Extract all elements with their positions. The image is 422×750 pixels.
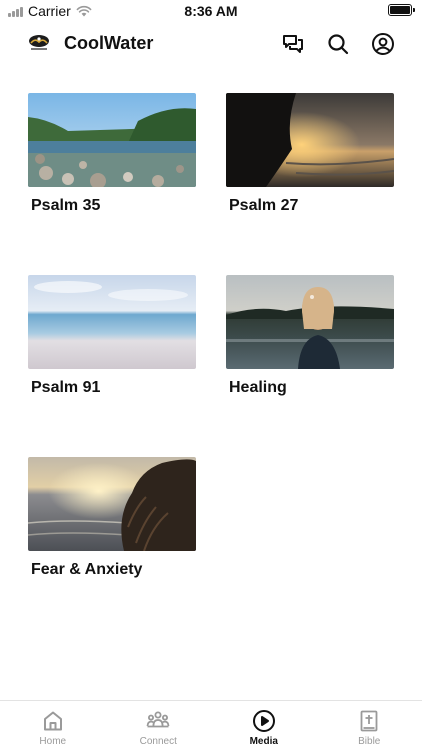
status-time: 8:36 AM: [184, 3, 238, 19]
tab-home[interactable]: Home: [0, 701, 106, 750]
home-icon: [43, 711, 62, 731]
app-header: CoolWater: [0, 22, 422, 66]
bible-icon: [360, 710, 378, 732]
media-thumbnail[interactable]: [226, 275, 394, 369]
play-circle-icon: [252, 710, 275, 732]
media-card-healing[interactable]: Healing: [226, 275, 394, 397]
status-bar: Carrier 8:36 AM: [0, 0, 422, 22]
tab-label: Bible: [358, 736, 381, 747]
media-thumbnail[interactable]: [28, 93, 196, 187]
media-card-fear-anxiety[interactable]: Fear & Anxiety: [28, 457, 196, 579]
media-card-psalm-27[interactable]: Psalm 27: [226, 93, 394, 215]
media-title: Fear & Anxiety: [31, 561, 143, 578]
tab-label: Connect: [139, 736, 177, 747]
people-icon: [146, 711, 170, 728]
media-card-psalm-91[interactable]: Psalm 91: [28, 275, 196, 397]
tab-media[interactable]: Media: [211, 701, 317, 750]
media-title: Healing: [229, 379, 287, 396]
tab-connect[interactable]: Connect: [106, 701, 212, 750]
app-title: CoolWater: [64, 33, 154, 53]
media-thumbnail[interactable]: [28, 275, 196, 369]
profile-icon[interactable]: [371, 32, 395, 56]
tab-bar: Home Connect Media Bible: [0, 700, 422, 750]
media-thumbnail[interactable]: [28, 457, 196, 551]
media-card-psalm-35[interactable]: Psalm 35: [28, 93, 196, 215]
app-logo-icon: [29, 35, 49, 50]
tab-label: Media: [249, 736, 278, 747]
tab-bible[interactable]: Bible: [317, 701, 422, 750]
tab-label: Home: [39, 736, 67, 747]
media-title: Psalm 35: [31, 197, 101, 214]
battery-icon: [388, 4, 415, 16]
media-title: Psalm 91: [31, 379, 101, 396]
chat-icon[interactable]: [281, 32, 305, 56]
media-title: Psalm 27: [229, 197, 299, 214]
media-thumbnail[interactable]: [226, 93, 394, 187]
search-icon[interactable]: [326, 32, 350, 56]
